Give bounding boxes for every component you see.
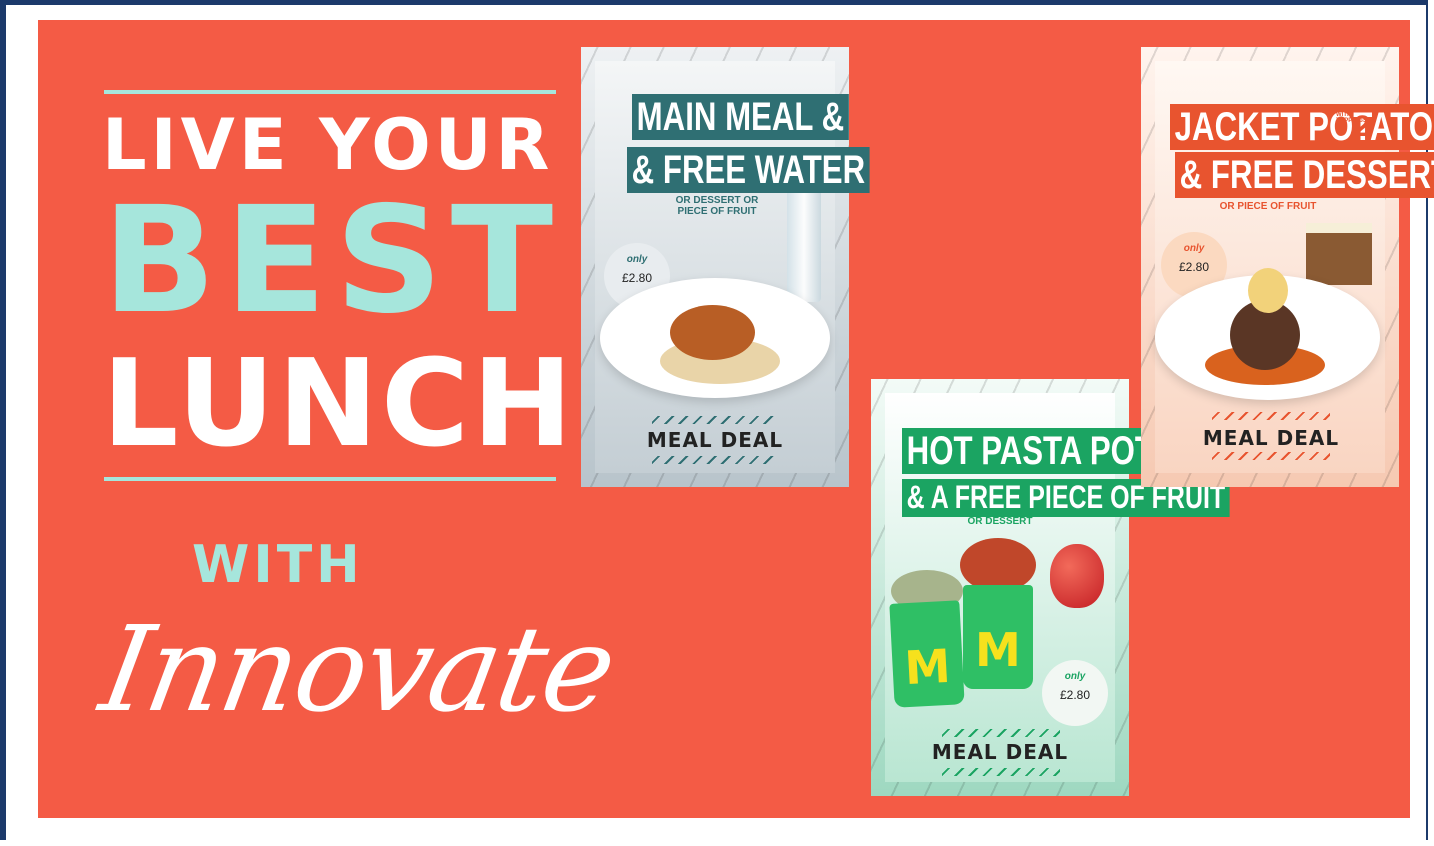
- poster-1-banner-line-1: MAIN MEAL &: [632, 94, 849, 140]
- zigzag-divider: [942, 768, 1060, 776]
- headline-line-1: LIVE YOUR: [102, 104, 554, 186]
- pasta-pot-image: M: [889, 600, 965, 708]
- zigzag-divider: [1212, 452, 1330, 460]
- poster-3-banner-line-2: & FREE DESSERT: [1175, 152, 1434, 198]
- headline-line-3: LUNCH: [102, 335, 576, 474]
- poster-3-footer: MEAL DEAL: [1202, 426, 1340, 450]
- only-label: only: [1183, 243, 1205, 254]
- poster-2-subtitle: OR DESSERT: [967, 516, 1033, 527]
- with-label: WITH: [192, 535, 364, 595]
- zigzag-divider: [1212, 412, 1330, 420]
- price-label: £2.80: [1059, 688, 1091, 702]
- innovate-logo: Innovate: [91, 600, 625, 738]
- cheese-image: [1248, 268, 1288, 313]
- cake-image: [1306, 223, 1372, 285]
- curry-image: [670, 305, 755, 360]
- poster-1-banner-line-2: & FREE WATER: [627, 147, 870, 193]
- only-label: only: [626, 254, 648, 265]
- cup-logo: M: [903, 638, 952, 696]
- headline-line-2: BEST: [102, 175, 562, 347]
- with-toppings-number: 2: [1354, 110, 1371, 143]
- poster-1-footer: MEAL DEAL: [646, 428, 784, 452]
- pasta-image: [960, 538, 1036, 592]
- apple-image: [1050, 544, 1104, 608]
- poster-3-banner-line-1: JACKET POTATO: [1170, 104, 1434, 150]
- poster-2-price-badge: only £2.80: [1042, 660, 1108, 726]
- zigzag-divider: [652, 456, 776, 464]
- price-label: £2.80: [621, 271, 653, 285]
- headline-top-rule: [104, 90, 556, 94]
- poster-3-subtitle: OR PIECE OF FRUIT: [1219, 201, 1317, 212]
- zigzag-divider: [652, 416, 776, 424]
- with-toppings-label: WITH TOPPINGS: [1336, 112, 1367, 124]
- poster-1-subtitle: OR DESSERT OR PIECE OF FRUIT: [675, 195, 759, 217]
- price-label: £2.80: [1178, 260, 1210, 274]
- pasta-pot-image: M: [963, 585, 1033, 689]
- only-label: only: [1064, 671, 1086, 682]
- cup-logo: M: [975, 623, 1021, 677]
- zigzag-divider: [942, 729, 1060, 737]
- headline-bottom-rule: [104, 477, 556, 481]
- poster-2-footer: MEAL DEAL: [931, 740, 1069, 764]
